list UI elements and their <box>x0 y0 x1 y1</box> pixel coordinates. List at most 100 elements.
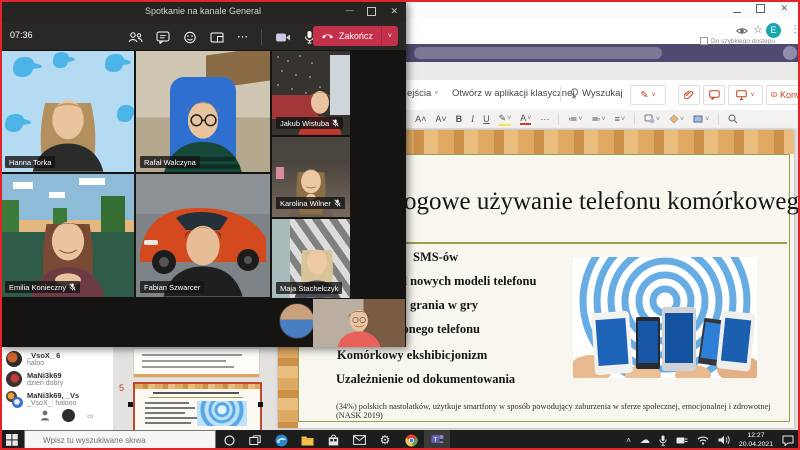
end-meeting-options-chevron[interactable]: ˅ <box>381 26 398 46</box>
end-meeting-button[interactable]: Zakończ ˅ <box>313 26 398 46</box>
grow-font-button[interactable]: A˄ <box>415 114 426 124</box>
teams-taskbar-icon[interactable]: T <box>424 430 450 450</box>
shape-fill-button[interactable]: ˅ <box>669 114 684 124</box>
tray-device-icon[interactable] <box>676 436 688 445</box>
italic-button[interactable]: I <box>471 114 474 124</box>
chat-icon[interactable] <box>156 31 170 44</box>
numbered-list-button[interactable]: ≕˅ <box>591 114 605 125</box>
slide-bullet[interactable]: grania w gry <box>410 298 478 313</box>
breakout-rooms-icon[interactable] <box>210 31 224 44</box>
person-icon[interactable] <box>40 410 50 421</box>
ribbon-tab[interactable]: ejścia ˅ <box>407 88 438 99</box>
participant-video <box>329 305 389 347</box>
slide-bullet[interactable]: d nowych modeli telefonu <box>400 274 536 289</box>
teams-minimize-icon[interactable]: — <box>345 0 353 22</box>
avatar <box>6 351 22 367</box>
discord-icon[interactable] <box>62 409 75 422</box>
shapes-button[interactable]: ˅ <box>644 114 660 124</box>
slide-thumbnail-5-selected[interactable] <box>133 382 262 433</box>
bookmark-star-icon[interactable]: ☆ <box>753 23 763 36</box>
browser-minimize-icon[interactable] <box>733 4 741 13</box>
edge-icon[interactable] <box>268 430 294 450</box>
tray-microphone-icon[interactable] <box>659 435 667 446</box>
video-tile-fabian-szwarcer[interactable]: Fabian Szwarcer <box>136 174 270 297</box>
conversation-button[interactable]: Konwers <box>766 85 800 105</box>
cortana-icon[interactable] <box>216 430 242 450</box>
windows-taskbar: ⚙ T ˄ ☁ 12:27 20.04.2021 <box>0 430 800 450</box>
slide-bullet[interactable]: SMS-ów <box>413 250 458 265</box>
participant-name-label: Emilia Konieczny <box>5 281 80 293</box>
browser-profile-avatar[interactable]: E <box>766 23 781 38</box>
slide-bullet[interactable]: Komórkowy ekshibicjonizm <box>337 348 487 363</box>
chat-conversation-item[interactable]: _VsoX_ 6 haloo <box>6 351 60 367</box>
taskbar-clock[interactable]: 12:27 20.04.2021 <box>739 431 773 449</box>
teams-close-icon[interactable]: ✕ <box>390 0 398 22</box>
tray-expand-icon[interactable]: ˄ <box>626 436 631 445</box>
more-formatting-button[interactable]: ⋯ <box>540 114 549 125</box>
chrome-icon[interactable] <box>398 430 424 450</box>
selection-handle-left[interactable] <box>128 402 133 407</box>
more-options-icon[interactable]: ⋯ <box>237 32 248 42</box>
font-color-button[interactable]: A˅ <box>520 113 531 125</box>
browser-menu-icon[interactable]: ⋮ <box>790 24 800 35</box>
infinity-icon[interactable]: ∞ <box>87 411 93 421</box>
bookmark-hint[interactable]: Do szybkiego dostępu <box>700 37 775 45</box>
onedrive-cloud-icon[interactable]: ☁ <box>640 435 650 446</box>
draw-pen-button[interactable]: ✎ ˅ <box>630 85 666 105</box>
slide-bullet[interactable]: Uzależnienie od dokumentowania <box>336 372 515 387</box>
reactions-icon[interactable] <box>183 31 197 44</box>
video-tile-rafal-walczyna[interactable]: Rafał Walczyna <box>136 51 270 172</box>
reading-mode-eye-icon[interactable] <box>735 24 749 38</box>
participants-icon[interactable] <box>128 31 143 44</box>
slide-image-phones[interactable] <box>573 257 757 378</box>
file-explorer-icon[interactable] <box>294 430 320 450</box>
slide-title[interactable]: ogowe używanie telefonu komórkowego <box>404 188 800 216</box>
attach-button[interactable] <box>678 85 700 105</box>
chat-conversation-item[interactable]: MaNi3k69, _Vs _VsoX_: halooo <box>6 391 79 407</box>
browser-close-icon[interactable]: ✕ <box>780 4 788 13</box>
taskbar-search-input[interactable] <box>24 430 216 450</box>
shape-outline-button[interactable]: ˅ <box>693 114 709 124</box>
office-account-avatar[interactable] <box>783 46 797 60</box>
open-in-desktop-app-button[interactable]: Otwórz w aplikacji klasycznej <box>452 88 574 99</box>
mail-icon[interactable] <box>346 430 372 450</box>
present-button[interactable]: ˅ <box>728 85 763 105</box>
slide-footnote[interactable]: (34%) polskich nastolatków, użytkuje sma… <box>336 402 788 420</box>
store-icon[interactable] <box>320 430 346 450</box>
settings-gear-icon[interactable]: ⚙ <box>372 430 398 450</box>
bold-button[interactable]: B <box>456 114 463 124</box>
task-view-icon[interactable] <box>242 430 268 450</box>
mic-muted-icon <box>69 283 76 291</box>
wifi-icon[interactable] <box>697 436 709 445</box>
office-search-box[interactable] <box>414 47 662 59</box>
video-tile-emilia-konieczny[interactable]: Emilia Konieczny <box>1 174 134 297</box>
paperclip-icon <box>684 90 694 100</box>
video-tile-maja-stachelczyk[interactable]: Maja Stachelczyk <box>272 219 350 298</box>
teams-maximize-icon[interactable] <box>367 7 376 16</box>
mic-muted-icon <box>334 199 341 207</box>
underline-button[interactable]: U <box>483 114 490 124</box>
selection-handle-right[interactable] <box>258 402 263 407</box>
action-center-icon[interactable] <box>782 435 794 446</box>
chat-conversation-item[interactable]: MaNi3k69 dzień dobry <box>6 371 63 387</box>
thumbnail-image <box>197 401 247 426</box>
tell-me-search-button[interactable]: Wyszukaj <box>570 88 623 99</box>
bullet-list-button[interactable]: ≔˅ <box>568 114 582 125</box>
comments-button[interactable] <box>703 85 725 105</box>
camera-icon[interactable] <box>275 31 291 44</box>
svg-text:T: T <box>433 436 437 443</box>
video-tile-hanna-torka[interactable]: Hanna Torka <box>1 51 134 172</box>
volume-icon[interactable] <box>718 435 730 445</box>
video-tile-karolina-wilner[interactable]: Karolina Wilner <box>272 137 350 217</box>
start-button[interactable] <box>0 434 24 446</box>
video-tile-jakub-wistuba[interactable]: Jakub Wistuba <box>272 51 350 135</box>
slide-bullet[interactable]: zonego telefonu <box>397 322 480 337</box>
slide-thumbnail-4[interactable] <box>133 348 260 378</box>
browser-maximize-icon[interactable] <box>756 4 765 13</box>
highlight-button[interactable]: ✎˅ <box>499 113 512 126</box>
alignment-button[interactable]: ≡˅ <box>615 114 625 124</box>
shrink-font-button[interactable]: A˅ <box>435 114 446 124</box>
find-button[interactable] <box>728 114 738 124</box>
participant-avatar-bubble[interactable] <box>279 303 315 339</box>
video-tile-teacher[interactable] <box>313 299 405 347</box>
